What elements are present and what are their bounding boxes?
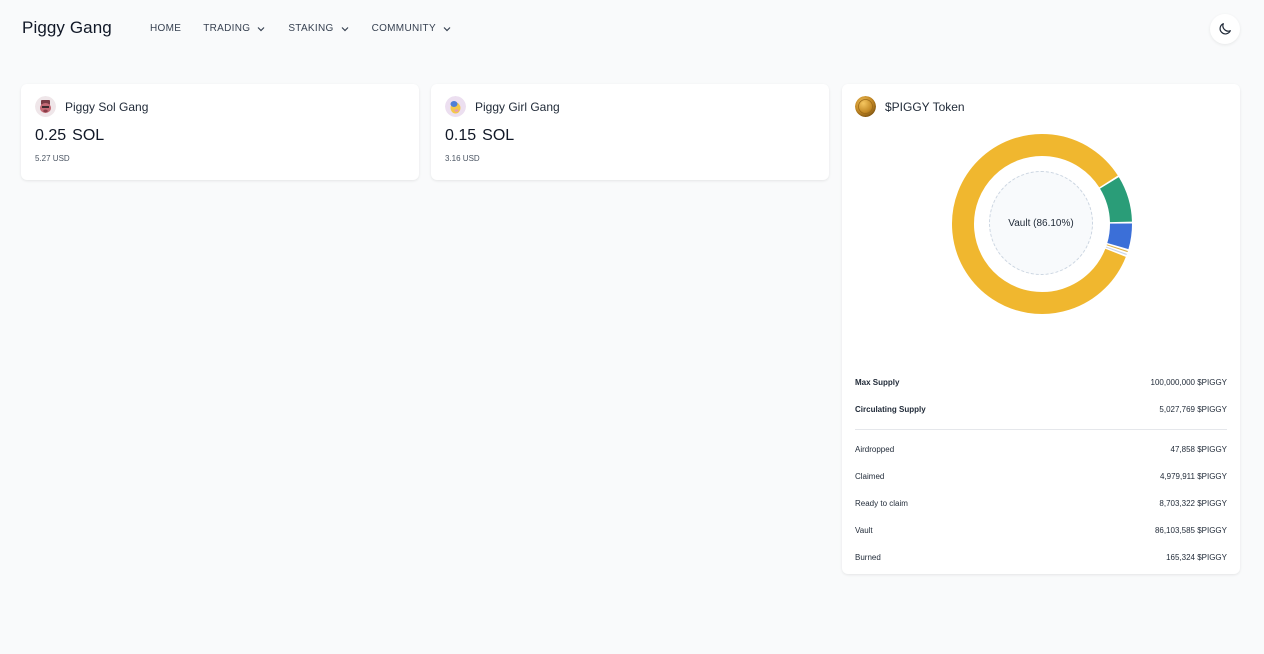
floor-price-value: 0.15 <box>445 127 477 144</box>
top-navbar: Piggy Gang HOME TRADING STAKING COMMUNIT… <box>0 0 1264 60</box>
floor-price-unit: SOL <box>482 127 515 144</box>
piggy-sol-avatar <box>35 96 56 117</box>
donut-center-label: Vault (86.10%) <box>989 171 1093 275</box>
token-card: $PIGGY Token Vault (86.10%) Max Supply 1… <box>842 84 1240 574</box>
brand-logo-text[interactable]: Piggy Gang <box>22 18 112 38</box>
nav-staking-label: STAKING <box>288 23 334 34</box>
stat-row-ready-to-claim: Ready to claim 8,703,322 $PIGGY <box>855 490 1227 517</box>
stat-row-max-supply: Max Supply 100,000,000 $PIGGY <box>855 369 1227 396</box>
nav-community[interactable]: COMMUNITY <box>372 23 452 34</box>
stats-divider <box>855 429 1227 430</box>
stat-label: Max Supply <box>855 378 900 387</box>
theme-toggle-button[interactable] <box>1210 14 1240 44</box>
stat-row-airdropped: Airdropped 47,858 $PIGGY <box>855 436 1227 463</box>
nav-community-label: COMMUNITY <box>371 23 436 34</box>
stat-row-claimed: Claimed 4,979,911 $PIGGY <box>855 463 1227 490</box>
nav-home-label: HOME <box>150 23 182 34</box>
stat-row-vault: Vault 86,103,585 $PIGGY <box>855 517 1227 544</box>
stat-label: Airdropped <box>855 445 895 454</box>
stat-label: Burned <box>855 553 881 562</box>
stat-value: 86,103,585 $PIGGY <box>1154 526 1227 535</box>
stat-label: Ready to claim <box>855 499 908 508</box>
stat-value: 5,027,769 $PIGGY <box>1159 405 1227 414</box>
chevron-down-icon <box>443 26 451 31</box>
nav-staking[interactable]: STAKING <box>288 23 349 34</box>
stat-row-burned: Burned 165,324 $PIGGY <box>855 544 1227 571</box>
collection-card-piggy-sol-gang[interactable]: Piggy Sol Gang 0.25 SOL 5.27 USD <box>21 84 419 180</box>
stat-label: Claimed <box>855 472 885 481</box>
floor-price-unit: SOL <box>72 127 105 144</box>
stat-label: Vault <box>855 526 873 535</box>
stat-value: 47,858 $PIGGY <box>1170 445 1227 454</box>
floor-price-value: 0.25 <box>35 127 67 144</box>
piggy-coin-icon <box>855 96 876 117</box>
collection-card-header: Piggy Sol Gang <box>35 96 148 117</box>
nav-trading-label: TRADING <box>203 23 251 34</box>
piggy-girl-avatar <box>445 96 466 117</box>
moon-icon <box>1219 23 1231 35</box>
donut-segment-ready-to-claim[interactable] <box>1099 177 1132 223</box>
chevron-down-icon <box>257 26 265 31</box>
collection-name: Piggy Girl Gang <box>475 99 560 114</box>
stat-row-circulating-supply: Circulating Supply 5,027,769 $PIGGY <box>855 396 1227 423</box>
main-nav: HOME TRADING STAKING COMMUNITY <box>150 23 474 34</box>
token-card-header: $PIGGY Token <box>855 96 965 117</box>
donut-segment-claimed[interactable] <box>1107 223 1132 250</box>
stat-value: 100,000,000 $PIGGY <box>1150 378 1228 387</box>
stat-value: 4,979,911 $PIGGY <box>1159 472 1227 481</box>
token-stats: Max Supply 100,000,000 $PIGGY Circulatin… <box>855 369 1227 571</box>
usd-price: 3.16 USD <box>445 154 480 163</box>
stat-value: 165,324 $PIGGY <box>1166 553 1227 562</box>
nav-home[interactable]: HOME <box>150 23 181 34</box>
stat-value: 8,703,322 $PIGGY <box>1159 499 1227 508</box>
collection-name: Piggy Sol Gang <box>65 99 149 114</box>
collection-card-header: Piggy Girl Gang <box>445 96 560 117</box>
collection-card-piggy-girl-gang[interactable]: Piggy Girl Gang 0.15 SOL 3.16 USD <box>431 84 829 180</box>
token-title: $PIGGY Token <box>885 99 965 114</box>
floor-price: 0.25 SOL <box>35 127 104 145</box>
chevron-down-icon <box>341 26 349 31</box>
nav-trading[interactable]: TRADING <box>203 23 266 34</box>
floor-price: 0.15 SOL <box>445 127 514 145</box>
usd-price: 5.27 USD <box>35 154 70 163</box>
stat-label: Circulating Supply <box>855 405 926 414</box>
